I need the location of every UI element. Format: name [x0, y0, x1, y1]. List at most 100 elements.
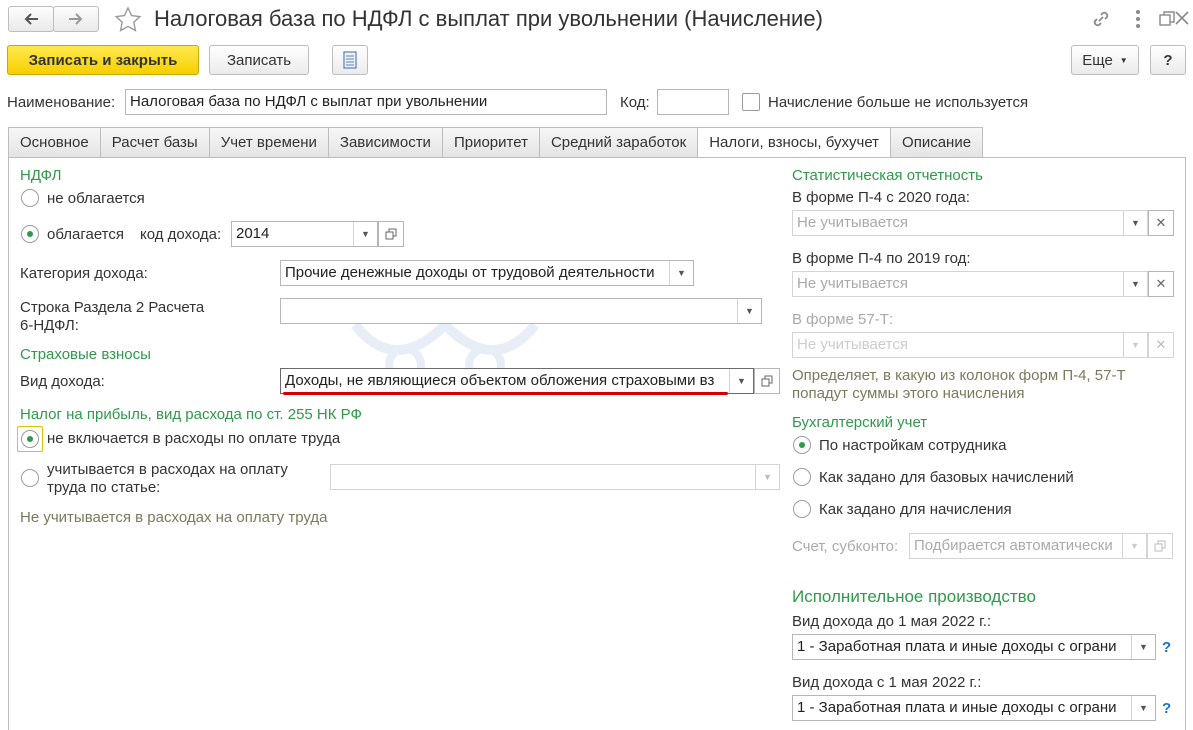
tab-average-earnings[interactable]: Средний заработок: [538, 127, 698, 158]
tab-priority[interactable]: Приоритет: [441, 127, 539, 158]
triangle-down-icon: ▼: [1119, 55, 1128, 65]
category-value: Прочие денежные доходы от трудовой деяте…: [285, 264, 655, 281]
code-label: Код:: [620, 94, 650, 111]
chevron-down-icon[interactable]: ▼: [353, 222, 377, 246]
menu-button[interactable]: [1128, 8, 1148, 34]
account-select[interactable]: Подбирается автоматически ▼: [909, 533, 1147, 559]
stats-section-title: Статистическая отчетность: [792, 167, 983, 184]
chevron-down-icon[interactable]: ▼: [1123, 272, 1147, 296]
code-input[interactable]: [657, 89, 729, 115]
tab-bar: Основное Расчет базы Учет времени Зависи…: [8, 127, 984, 158]
expense-article-select[interactable]: ▼: [330, 464, 780, 490]
name-input[interactable]: Налоговая база по НДФЛ с выплат при увол…: [125, 89, 607, 115]
chevron-down-icon[interactable]: ▼: [1123, 333, 1147, 357]
chevron-down-icon[interactable]: ▼: [669, 261, 693, 285]
before-select[interactable]: 1 - Заработная плата и иные доходы с огр…: [792, 634, 1156, 660]
before-label: Вид дохода до 1 мая 2022 г.:: [792, 613, 992, 630]
clear-icon: ✕: [1155, 276, 1167, 291]
category-label: Категория дохода:: [20, 265, 148, 282]
income-code-open-button[interactable]: [378, 221, 404, 247]
included-label-line1: учитывается в расходах на оплату: [47, 461, 288, 478]
forward-button[interactable]: [53, 6, 99, 32]
as-base-label: Как задано для базовых начислений: [819, 469, 1074, 486]
chevron-down-icon[interactable]: ▼: [1122, 534, 1146, 558]
not-included-radio[interactable]: [21, 430, 39, 448]
chevron-down-icon[interactable]: ▼: [1123, 211, 1147, 235]
window-title: Налоговая база по НДФЛ с выплат при увол…: [154, 6, 823, 31]
after-select[interactable]: 1 - Заработная плата и иные доходы с огр…: [792, 695, 1156, 721]
chevron-down-icon[interactable]: ▼: [1131, 696, 1155, 720]
tab-taxes[interactable]: Налоги, взносы, бухучет: [697, 127, 891, 158]
income-code-value: 2014: [236, 225, 270, 242]
save-button[interactable]: Записать: [209, 45, 309, 75]
tab-base-calc[interactable]: Расчет базы: [99, 127, 209, 158]
clear-icon: ✕: [1155, 337, 1167, 352]
insurance-section-title: Страховые взносы: [20, 346, 151, 363]
income-code-label: код дохода:: [140, 226, 222, 243]
report-row-select[interactable]: ▼: [280, 298, 762, 324]
more-menu-button[interactable]: Еще ▼: [1071, 45, 1139, 75]
after-value: 1 - Заработная плата и иные доходы с огр…: [797, 699, 1117, 716]
stats-hint-line1: Определяет, в какую из колонок форм П-4,…: [792, 367, 1126, 384]
income-type-open-button[interactable]: [754, 368, 780, 394]
p4-2019-select[interactable]: Не учитывается ▼: [792, 271, 1148, 297]
p4-2020-label: В форме П-4 с 2020 года:: [792, 189, 970, 206]
chevron-down-icon[interactable]: ▼: [729, 369, 753, 393]
open-window-icon: [761, 375, 773, 387]
category-select[interactable]: Прочие денежные доходы от трудовой деяте…: [280, 260, 694, 286]
not-taxed-label: не облагается: [47, 190, 145, 207]
enforcement-section-title: Исполнительное производство: [792, 587, 1036, 606]
star-icon: [114, 6, 142, 32]
tab-time-accounting[interactable]: Учет времени: [208, 127, 328, 158]
account-open-button[interactable]: [1147, 533, 1173, 559]
help-button[interactable]: ?: [1150, 45, 1186, 75]
income-code-select[interactable]: 2014 ▼: [231, 221, 378, 247]
chevron-down-icon[interactable]: ▼: [755, 465, 779, 489]
f57-clear-button[interactable]: ✕: [1148, 332, 1174, 358]
ndfl-section-title: НДФЛ: [20, 167, 62, 184]
as-accrual-label: Как задано для начисления: [819, 501, 1012, 518]
p4-2019-value: Не учитывается: [797, 275, 908, 292]
tab-dependencies[interactable]: Зависимости: [327, 127, 442, 158]
before-help-icon[interactable]: ?: [1162, 639, 1171, 656]
tab-main[interactable]: Основное: [8, 127, 100, 158]
save-and-close-button[interactable]: Записать и закрыть: [7, 45, 199, 75]
favorite-button[interactable]: [114, 6, 142, 38]
included-radio[interactable]: [21, 469, 39, 487]
red-underline-annotation: [283, 392, 728, 395]
chevron-down-icon[interactable]: ▼: [1131, 635, 1155, 659]
profit-tax-hint: Не учитывается в расходах на оплату труд…: [20, 509, 328, 526]
as-base-radio[interactable]: [793, 468, 811, 486]
unused-checkbox[interactable]: [742, 93, 760, 111]
account-label: Счет, субконто:: [792, 538, 899, 555]
clear-icon: ✕: [1155, 215, 1167, 230]
taxed-radio[interactable]: [21, 225, 39, 243]
more-label: Еще: [1082, 51, 1113, 69]
after-help-icon[interactable]: ?: [1162, 700, 1171, 717]
p4-2019-clear-button[interactable]: ✕: [1148, 271, 1174, 297]
before-value: 1 - Заработная плата и иные доходы с огр…: [797, 638, 1117, 655]
f57-select[interactable]: Не учитывается ▼: [792, 332, 1148, 358]
included-label-line2: труда по статье:: [47, 479, 161, 496]
stats-hint-line2: попадут суммы этого начисления: [792, 385, 1025, 402]
close-window-button[interactable]: [1173, 8, 1191, 32]
as-accrual-radio[interactable]: [793, 500, 811, 518]
close-icon: [1175, 11, 1189, 25]
arrow-left-icon: [24, 13, 38, 25]
unused-label: Начисление больше не используется: [768, 94, 1029, 111]
chevron-down-icon[interactable]: ▼: [737, 299, 761, 323]
after-label: Вид дохода с 1 мая 2022 г.:: [792, 674, 982, 691]
not-taxed-radio[interactable]: [21, 189, 39, 207]
by-employee-label: По настройкам сотрудника: [819, 437, 1007, 454]
p4-2020-clear-button[interactable]: ✕: [1148, 210, 1174, 236]
by-employee-radio[interactable]: [793, 436, 811, 454]
link-icon: [1093, 11, 1109, 27]
income-type-select[interactable]: Доходы, не являющиеся объектом обложения…: [280, 368, 754, 394]
p4-2020-select[interactable]: Не учитывается ▼: [792, 210, 1148, 236]
back-button[interactable]: [8, 6, 54, 32]
tab-description[interactable]: Описание: [890, 127, 984, 158]
report-button[interactable]: [332, 45, 368, 75]
taxed-label: облагается: [47, 226, 125, 243]
arrow-right-icon: [69, 13, 83, 25]
link-button[interactable]: [1090, 8, 1112, 34]
